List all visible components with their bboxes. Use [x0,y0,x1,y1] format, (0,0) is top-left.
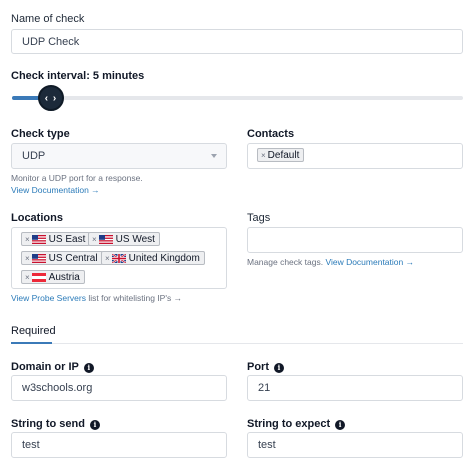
string-expect-input[interactable]: test [247,432,463,458]
interval-slider-track[interactable] [12,96,463,100]
tab-divider [11,343,463,344]
remove-icon[interactable]: × [258,151,268,160]
location-chip-label: US Central [48,252,98,264]
check-type-label: Check type [11,128,70,140]
port-label-text: Port [247,361,269,373]
interval-slider-handle[interactable]: ‹ › [38,85,64,111]
us-flag-icon [31,253,46,263]
string-send-label-text: String to send [11,418,85,430]
location-chip-label: US West [115,233,155,245]
info-icon[interactable]: i [83,362,94,373]
domain-label: Domain or IP i [11,361,94,373]
location-chip: × US East [21,232,91,246]
domain-input[interactable]: w3schools.org [11,375,227,401]
name-of-check-input[interactable]: UDP Check [11,29,463,54]
string-send-input[interactable]: test [11,432,227,458]
location-chip: × Austria [21,270,85,284]
check-interval-label: Check interval: 5 minutes [11,70,145,82]
probe-servers-suffix: list for whitelisting IP's → [85,293,183,303]
tags-label: Tags [247,212,271,224]
austria-flag-icon [31,272,46,282]
chevrons-icon: ‹ › [44,92,58,104]
tags-doc-link[interactable]: View Documentation → [325,257,414,267]
tags-help: Manage check tags. View Documentation → [247,257,414,267]
info-icon[interactable]: i [274,362,284,373]
contact-chip-label: Default [267,149,300,161]
tags-help-text: Manage check tags. [247,257,326,267]
location-chip-label: Austria [48,271,80,283]
string-send-label: String to send i [11,418,100,430]
string-expect-label: String to expect i [247,418,346,430]
remove-icon[interactable]: × [22,235,32,244]
string-expect-value: test [258,439,276,451]
check-type-help: Monitor a UDP port for a response. [11,173,143,183]
port-value: 21 [258,382,271,394]
us-flag-icon [31,234,46,244]
active-tab-indicator [11,342,52,344]
us-flag-icon [98,234,113,244]
location-chip: × US Central [21,251,103,265]
remove-icon[interactable]: × [22,273,32,282]
info-icon[interactable]: i [335,419,346,430]
locations-label: Locations [11,212,63,224]
location-chip: × United Kingdom [101,251,205,265]
info-icon[interactable]: i [89,419,100,430]
string-send-value: test [22,439,40,451]
domain-value: w3schools.org [22,382,93,394]
remove-icon[interactable]: × [22,254,32,263]
probe-servers-help: View Probe Servers list for whitelisting… [11,293,182,303]
remove-icon[interactable]: × [89,235,99,244]
location-chip-label: US East [48,233,86,245]
string-expect-label-text: String to expect [247,418,331,430]
tab-required[interactable]: Required [11,325,56,337]
location-chip: × US West [88,232,160,246]
name-of-check-label: Name of check [11,13,85,25]
probe-servers-link[interactable]: View Probe Servers [11,293,86,303]
uk-flag-icon [111,253,126,263]
location-chip-label: United Kingdom [128,252,200,264]
check-type-doc-link[interactable]: View Documentation → [11,185,100,195]
remove-icon[interactable]: × [102,254,112,263]
contacts-label: Contacts [247,128,295,140]
domain-label-text: Domain or IP [11,361,79,373]
tags-input[interactable] [247,227,463,253]
contact-chip-default: × Default [257,148,305,162]
check-type-select[interactable]: UDP [11,143,227,169]
port-label: Port i [247,361,284,373]
name-of-check-value: UDP Check [22,35,80,48]
port-input[interactable]: 21 [247,375,463,401]
check-type-selected: UDP [22,150,46,162]
chevron-down-icon [211,154,217,158]
